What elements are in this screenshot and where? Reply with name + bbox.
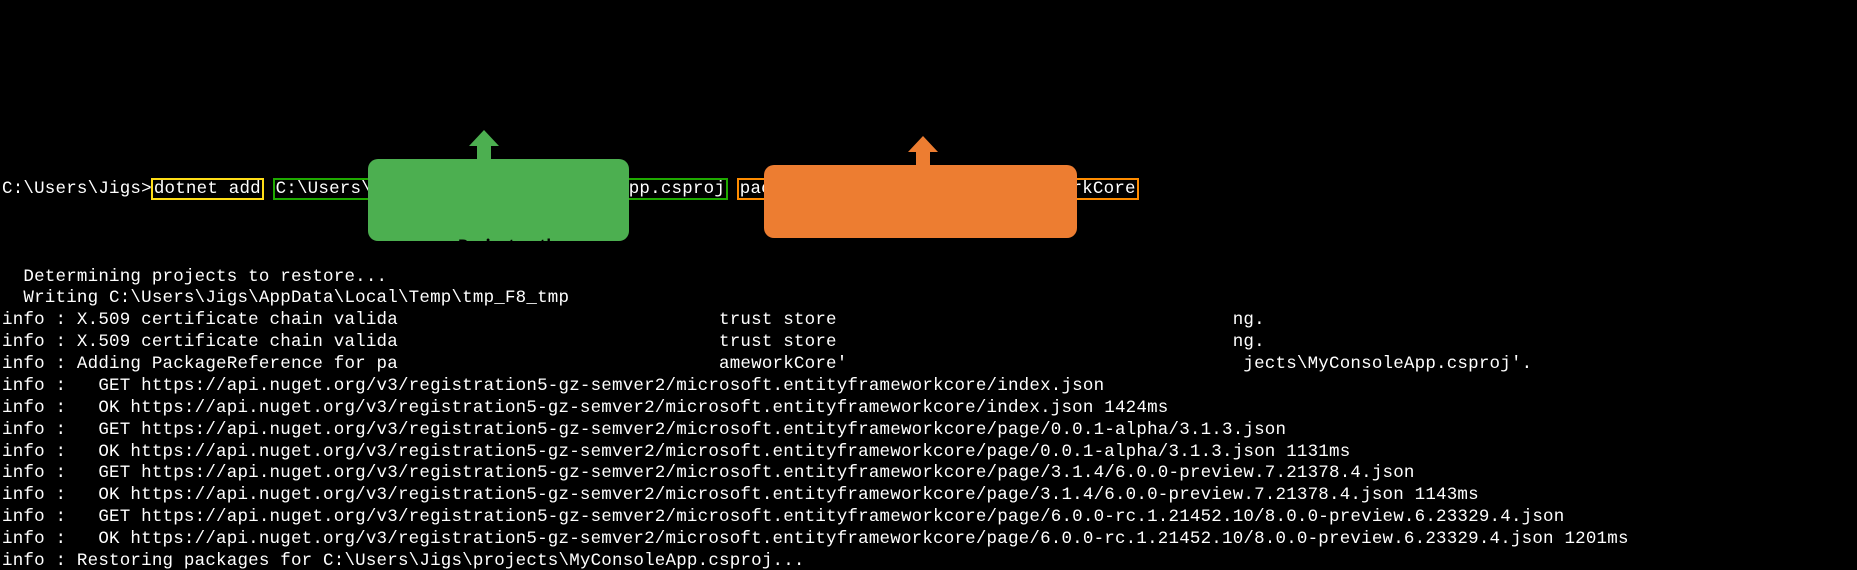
output-line: Writing C:\Users\Jigs\AppData\Local\Temp… — [2, 288, 1855, 310]
output-line: info : OK https://api.nuget.org/v3/regis… — [2, 485, 1855, 507]
prompt: C:\Users\Jigs> — [2, 179, 152, 199]
output-line: info : X.509 certificate chain valida tr… — [2, 310, 1855, 332]
output-line: Determining projects to restore... — [2, 267, 1855, 289]
output-line: info : GET https://api.nuget.org/v3/regi… — [2, 420, 1855, 442]
arrow-up-icon — [473, 130, 495, 160]
output-line: info : GET https://api.nuget.org/v3/regi… — [2, 463, 1855, 485]
callout-label: Project path — [458, 235, 557, 258]
output-line: info : GET https://api.nuget.org/v3/regi… — [2, 376, 1855, 398]
output-line: info : Restoring packages for C:\Users\J… — [2, 551, 1855, 570]
output-line: info : OK https://api.nuget.org/v3/regis… — [2, 398, 1855, 420]
callout-label: Package name — [872, 241, 987, 264]
output-line: info : Adding PackageReference for pa am… — [2, 354, 1855, 376]
output-line: info : GET https://api.nuget.org/v3/regi… — [2, 507, 1855, 529]
output-line: info : X.509 certificate chain valida tr… — [2, 332, 1855, 354]
terminal-window[interactable]: C:\Users\Jigs>dotnet add C:\Users\Jigs\p… — [0, 109, 1857, 570]
terminal-output: Determining projects to restore... Writi… — [2, 267, 1855, 570]
callout-package-name: Package name — [764, 165, 1077, 238]
arrow-up-icon — [912, 136, 934, 166]
callout-project-path: Project path — [368, 159, 629, 241]
output-line: info : OK https://api.nuget.org/v3/regis… — [2, 442, 1855, 464]
dotnet-add-segment: dotnet add — [152, 179, 263, 199]
